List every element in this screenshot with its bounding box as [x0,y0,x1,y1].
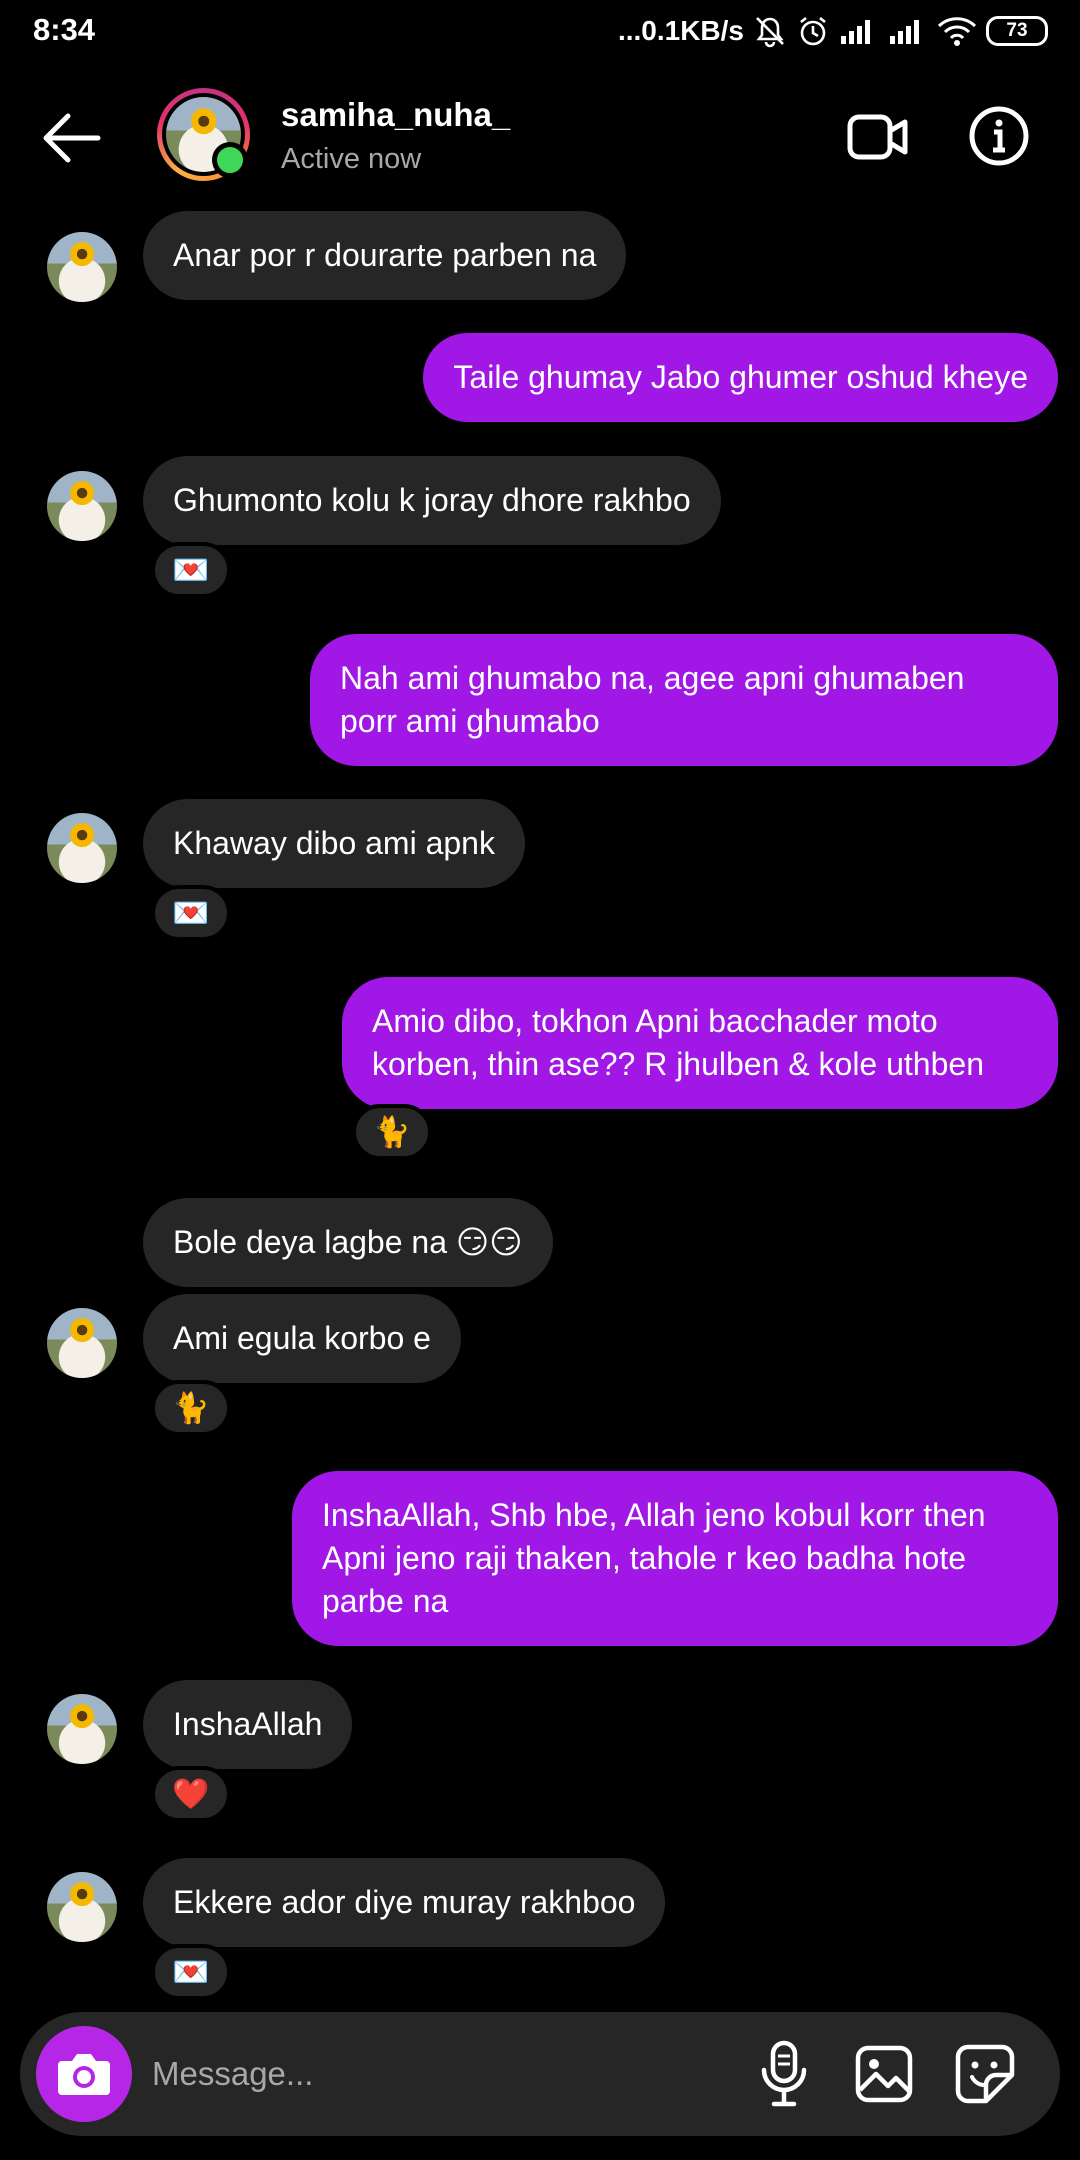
contact-status: Active now [281,143,422,175]
video-call-icon[interactable] [846,105,910,169]
mute-icon [756,17,784,48]
signal-icon [841,20,870,44]
incoming-message[interactable]: InshaAllah [143,1680,353,1769]
sender-avatar[interactable] [47,813,117,883]
chat-header: samiha_nuha_ Active now [0,70,1080,205]
incoming-message[interactable]: Anar por r dourarte parben na [143,211,627,300]
message-reaction[interactable]: ❤️ [151,1766,231,1822]
incoming-message[interactable]: Khaway dibo ami apnk [143,799,525,888]
outgoing-message[interactable]: InshaAllah, Shb hbe, Allah jeno kobul ko… [292,1471,1058,1646]
sender-avatar[interactable] [47,1694,117,1764]
outgoing-message[interactable]: Nah ami ghumabo na, agee apni ghumaben p… [310,634,1058,766]
outgoing-message[interactable]: Amio dibo, tokhon Apni bacchader moto ko… [342,977,1058,1109]
message-reaction[interactable]: 🐈 [151,1380,231,1436]
microphone-icon[interactable] [758,2040,810,2108]
battery-icon: 73 [986,16,1048,46]
camera-icon [58,2054,110,2095]
incoming-message[interactable]: Bole deya lagbe na 😏😏 [143,1198,553,1287]
status-bar: 8:34 ...0.1KB/s 73 [0,0,1080,62]
message-input[interactable] [152,2046,732,2102]
message-reaction[interactable]: 💌 [151,542,231,598]
camera-button[interactable] [36,2026,132,2122]
back-arrow-icon[interactable] [40,110,102,166]
alarm-icon [800,16,826,46]
incoming-message[interactable]: Ekkere ador diye muray rakhboo [143,1858,666,1947]
message-reaction[interactable]: 💌 [151,885,231,941]
network-speed: ...0.1KB/s [617,15,744,46]
message-reaction[interactable]: 🐈 [352,1104,432,1160]
outgoing-message[interactable]: Taile ghumay Jabo ghumer oshud kheye [423,333,1058,422]
sender-avatar[interactable] [47,232,117,302]
incoming-message[interactable]: Ami egula korbo e [143,1294,461,1383]
incoming-message[interactable]: Ghumonto kolu k joray dhore rakhbo [143,456,721,545]
message-reaction[interactable]: 💌 [151,1944,231,2000]
sticker-icon[interactable] [954,2043,1016,2105]
signal-icon-2 [890,20,919,44]
status-time: 8:34 [33,12,96,47]
message-composer [20,2012,1060,2136]
battery-level: 73 [1006,20,1028,41]
contact-username[interactable]: samiha_nuha_ [281,96,510,134]
sender-avatar[interactable] [47,471,117,541]
sender-avatar[interactable] [47,1872,117,1942]
gallery-icon[interactable] [854,2044,914,2104]
info-icon[interactable] [968,105,1030,167]
wifi-icon [937,17,977,46]
online-indicator [212,142,248,178]
sender-avatar[interactable] [47,1308,117,1378]
